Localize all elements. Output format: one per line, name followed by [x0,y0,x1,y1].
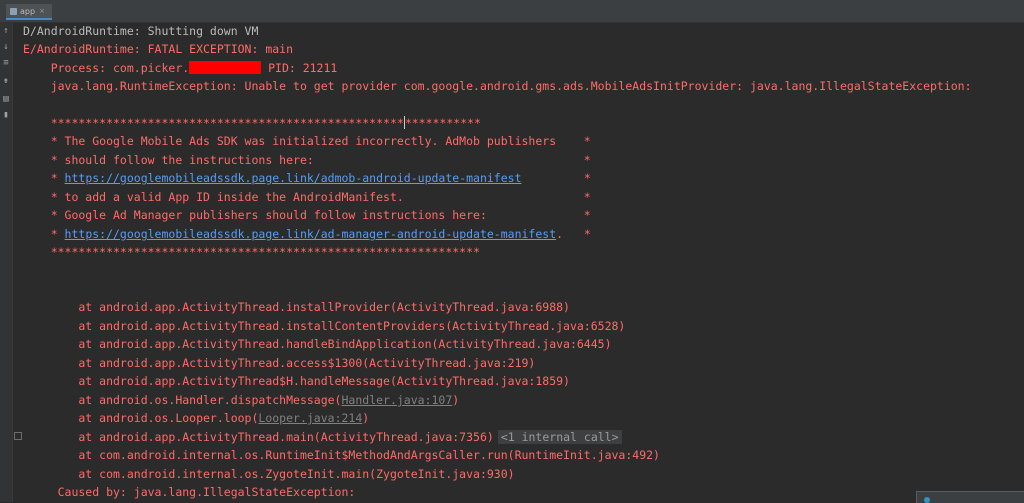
source-link[interactable]: Handler.java:107 [342,393,453,407]
stack-frame: at android.app.ActivityThread.installPro… [23,300,570,314]
stack-frame: at android.app.ActivityThread.handleBind… [23,337,612,351]
tab-app[interactable]: app × [6,4,52,20]
info-icon [924,497,930,503]
log-line: * The Google Mobile Ads SDK was initiali… [23,134,591,148]
print-icon[interactable]: ▤ [1,94,11,104]
redacted-block [189,61,262,74]
log-line: D/AndroidRuntime: Shutting down VM [23,24,259,38]
log-line: Caused by: java.lang.IllegalStateExcepti… [23,485,356,499]
log-line: * Google Ad Manager publishers should fo… [23,208,591,222]
stack-frame: at android.os.Looper.loop(Looper.java:21… [23,411,370,425]
stack-frame: at com.android.internal.os.ZygoteInit.ma… [23,467,515,481]
arrow-down-icon[interactable]: ↓ [1,42,11,52]
source-link[interactable]: Looper.java:214 [258,411,362,425]
stack-frame: at android.app.ActivityThread.main(Activ… [23,428,622,446]
trash-icon[interactable]: ▮ [1,110,11,120]
log-line: * https://googlemobileadssdk.page.link/a… [23,227,591,241]
stack-frame: at android.os.Handler.dispatchMessage(Ha… [23,393,460,407]
log-line: * should follow the instructions here: * [23,153,591,167]
log-line: * to add a valid App ID inside the Andro… [23,190,591,204]
log-line: ****************************************… [23,116,481,130]
stack-frame: at android.app.ActivityThread.installCon… [23,319,626,333]
scroll-to-end-icon[interactable]: ⇟ [1,76,11,86]
stack-frame: at android.app.ActivityThread$H.handleMe… [23,374,570,388]
logcat-toolbar: ↑ ↓ ≡ ⇟ ▤ ▮ [0,22,13,502]
android-icon [10,7,17,15]
fold-icon[interactable] [14,432,22,440]
log-line: * https://googlemobileadssdk.page.link/a… [23,171,591,185]
log-line: E/AndroidRuntime: FATAL EXCEPTION: main [23,42,294,56]
log-line: java.lang.RuntimeException: Unable to ge… [23,79,972,93]
close-icon[interactable]: × [39,7,45,15]
log-line: Process: com.picker. PID: 21211 [23,61,338,75]
stack-frame: at com.android.internal.os.RuntimeInit$M… [23,448,660,462]
admob-manifest-link[interactable]: https://googlemobileadssdk.page.link/adm… [65,171,522,185]
tab-label: app [20,6,36,16]
logcat-output[interactable]: D/AndroidRuntime: Shutting down VM E/And… [23,22,1024,502]
soft-wrap-icon[interactable]: ≡ [1,58,11,68]
arrow-up-icon[interactable]: ↑ [1,26,11,36]
internal-call-fold[interactable]: <1 internal call> [497,430,622,444]
editor-tab-strip: app × [0,0,1024,23]
stack-frame: at android.app.ActivityThread.access$130… [23,356,536,370]
log-line: ****************************************… [23,245,480,259]
event-notification[interactable] [916,491,1024,503]
ad-manager-manifest-link[interactable]: https://googlemobileadssdk.page.link/ad-… [65,227,557,241]
